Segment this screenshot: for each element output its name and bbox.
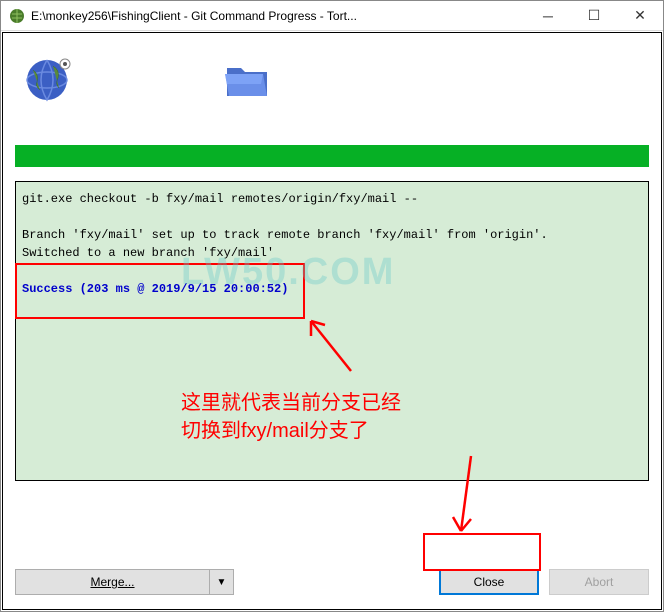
close-button[interactable]: Close bbox=[439, 569, 539, 595]
log-line bbox=[22, 262, 642, 280]
button-row: Merge... ▼ Close Abort bbox=[15, 569, 649, 595]
minimize-button[interactable]: ─ bbox=[525, 1, 571, 30]
app-icon bbox=[9, 8, 25, 24]
log-success: Success (203 ms @ 2019/9/15 20:00:52) bbox=[22, 280, 642, 298]
merge-button[interactable]: Merge... bbox=[15, 569, 210, 595]
maximize-button[interactable]: ☐ bbox=[571, 1, 617, 30]
titlebar: E:\monkey256\FishingClient - Git Command… bbox=[1, 1, 663, 31]
output-log[interactable]: git.exe checkout -b fxy/mail remotes/ori… bbox=[15, 181, 649, 481]
log-line: git.exe checkout -b fxy/mail remotes/ori… bbox=[22, 190, 642, 208]
log-line bbox=[22, 208, 642, 226]
close-window-button[interactable]: ✕ bbox=[617, 1, 663, 30]
merge-dropdown-button[interactable]: ▼ bbox=[210, 569, 234, 595]
window-controls: ─ ☐ ✕ bbox=[525, 1, 663, 30]
abort-button[interactable]: Abort bbox=[549, 569, 649, 595]
log-line: Switched to a new branch 'fxy/mail' bbox=[22, 244, 642, 262]
globe-icon bbox=[25, 56, 73, 104]
merge-button-group: Merge... ▼ bbox=[15, 569, 234, 595]
icon-row bbox=[15, 45, 649, 115]
log-line: Branch 'fxy/mail' set up to track remote… bbox=[22, 226, 642, 244]
progress-bar bbox=[15, 145, 649, 167]
dialog-content: git.exe checkout -b fxy/mail remotes/ori… bbox=[2, 32, 662, 610]
window-title: E:\monkey256\FishingClient - Git Command… bbox=[31, 9, 525, 23]
folder-icon bbox=[223, 60, 271, 100]
